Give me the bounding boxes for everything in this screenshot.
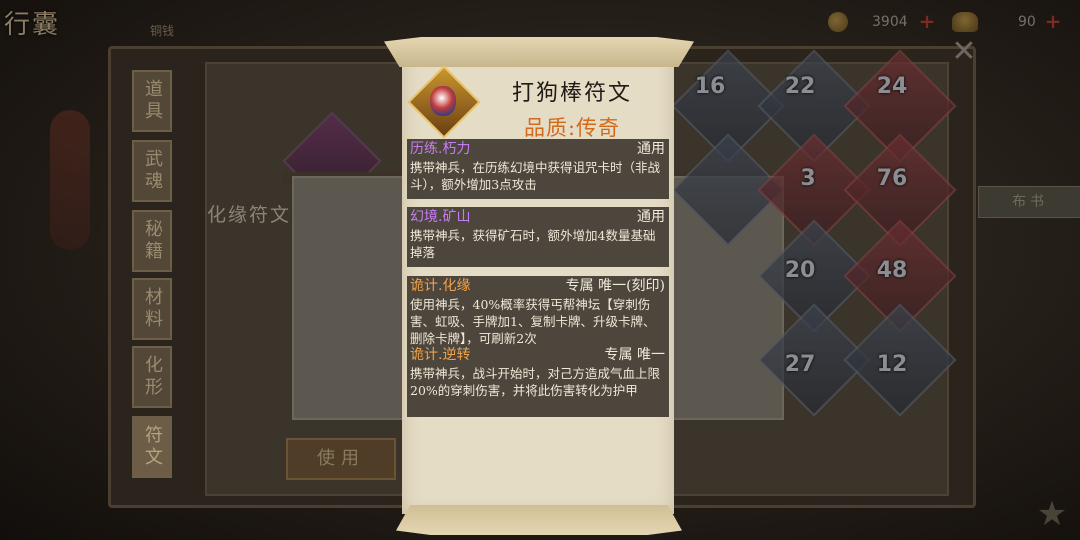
- effect-scope: 专属 唯一: [604, 347, 665, 363]
- effect-header: 诡计.化缘 专属 唯一(刻印): [407, 276, 669, 296]
- decorative-ornament: [50, 110, 90, 250]
- tab-martial-soul[interactable]: 武魂: [132, 140, 172, 202]
- tooltip-top-frame: [384, 37, 694, 67]
- use-button[interactable]: 使用: [286, 438, 396, 480]
- selected-item-name: 化缘符文: [207, 204, 292, 226]
- effect-scope: 通用: [637, 209, 665, 225]
- tooltip-bottom-frame: [396, 505, 682, 535]
- rune-gem-icon: [407, 65, 481, 139]
- effect-name: 幻境.矿山: [410, 209, 471, 225]
- coin-count: 3904: [872, 14, 908, 30]
- slot-count: 16: [694, 74, 726, 99]
- coin-icon: [828, 12, 848, 32]
- effect-scope: 专属 唯一(刻印): [565, 278, 665, 294]
- effect-description: 携带神兵，获得矿石时，额外增加4数量基础掉落: [407, 227, 669, 267]
- tab-materials[interactable]: 材料: [132, 278, 172, 340]
- slot-count: 48: [876, 258, 908, 283]
- slot-count: 20: [784, 258, 816, 283]
- effect-scope: 通用: [637, 141, 665, 157]
- slot-count: 24: [876, 74, 908, 99]
- ingot-icon: [952, 12, 978, 32]
- slot-count: 27: [784, 352, 816, 377]
- rune-title: 打狗棒符文: [511, 81, 632, 106]
- sort-button[interactable]: 布书: [978, 186, 1080, 218]
- slot-count: 76: [876, 166, 908, 191]
- add-coin-button[interactable]: +: [918, 11, 936, 31]
- slot-count: 22: [784, 74, 816, 99]
- effect-header: 幻境.矿山 通用: [407, 207, 669, 227]
- page-title: 行囊: [4, 10, 61, 40]
- tab-secret-books[interactable]: 秘籍: [132, 210, 172, 272]
- effect-name: 诡计.逆转: [410, 347, 471, 363]
- slot-count: 3: [800, 166, 816, 191]
- effect-header: 诡计.逆转 专属 唯一: [407, 345, 669, 365]
- rune-quality: 品质:传奇: [523, 116, 621, 140]
- tab-items[interactable]: 道具: [132, 70, 172, 132]
- tab-transform[interactable]: 化形: [132, 346, 172, 408]
- add-ingot-button[interactable]: +: [1044, 11, 1062, 31]
- effect-name: 诡计.化缘: [410, 278, 471, 294]
- slot-count: 12: [876, 352, 908, 377]
- effect-description: 携带神兵，在历练幻境中获得诅咒卡时（非战斗），额外增加3点攻击: [407, 159, 669, 199]
- effect-description: 使用神兵，40%概率获得丐帮神坛【穿刺伤害、虹吸、手牌加1、复制卡牌、升级卡牌、…: [407, 296, 669, 347]
- effect-name: 历练.朽力: [410, 141, 471, 157]
- page-subtitle: 铜钱: [150, 24, 175, 38]
- effect-description: 携带神兵，战斗开始时，对己方造成气血上限20%的穿刺伤害，并将此伤害转化为护甲: [407, 365, 669, 417]
- ingot-count: 90: [1018, 14, 1036, 30]
- tab-runes[interactable]: 符文: [132, 416, 172, 478]
- close-button[interactable]: ✕: [948, 36, 980, 68]
- effect-header: 历练.朽力 通用: [407, 139, 669, 159]
- star-icon[interactable]: ★: [1032, 494, 1072, 534]
